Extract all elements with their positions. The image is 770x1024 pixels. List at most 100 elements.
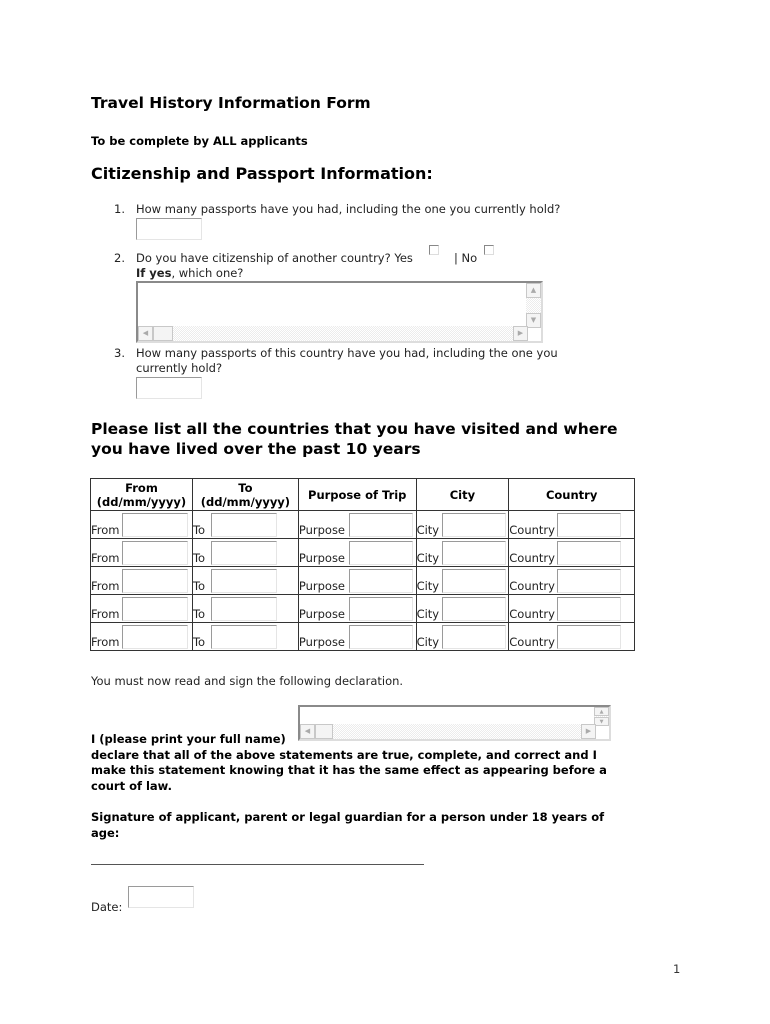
from-input[interactable]	[122, 541, 188, 565]
purpose-input[interactable]	[348, 597, 413, 621]
purpose-input[interactable]	[348, 569, 413, 593]
passport-count-input[interactable]	[136, 218, 202, 240]
purpose-input[interactable]	[348, 541, 413, 565]
other-citizenship-textarea[interactable]: ▲ ▼ ◀ ▶	[136, 281, 543, 343]
to-input[interactable]	[210, 513, 277, 537]
scroll-up-icon[interactable]: ▲	[594, 707, 609, 716]
table-row: From To Purpose City Country	[90, 510, 635, 539]
column-header-to: To (dd/mm/yyyy)	[191, 478, 299, 511]
from-input[interactable]	[122, 513, 188, 537]
question-3: 3. How many passports of this country ha…	[114, 346, 634, 401]
question-text: How many passports have you had, includi…	[136, 202, 561, 216]
country-input[interactable]	[557, 597, 622, 621]
to-input[interactable]	[210, 541, 277, 565]
scroll-thumb[interactable]	[153, 326, 173, 341]
to-input[interactable]	[210, 569, 277, 593]
city-input[interactable]	[441, 541, 506, 565]
no-checkbox[interactable]	[484, 245, 494, 255]
table-header-row: From (dd/mm/yyyy) To (dd/mm/yyyy) Purpose …	[90, 478, 635, 511]
question-text: Do you have citizenship of another count…	[136, 251, 413, 265]
horizontal-scrollbar[interactable]: ◀ ▶	[138, 326, 528, 341]
no-label: | No	[454, 251, 478, 265]
declaration-block: I (please print your full name) declare …	[91, 732, 631, 794]
city-label: City	[416, 551, 440, 565]
column-header-city: City	[415, 478, 510, 511]
purpose-input[interactable]	[348, 513, 413, 537]
country-label: Country	[509, 635, 555, 649]
signature-label: Signature of applicant, parent or legal …	[91, 810, 605, 840]
cell-from: From	[90, 622, 193, 651]
cell-city: City	[415, 622, 510, 651]
scroll-down-icon[interactable]: ▼	[594, 717, 609, 726]
country-label: Country	[509, 551, 555, 565]
vertical-scrollbar[interactable]: ▲ ▼	[594, 707, 609, 726]
to-input[interactable]	[210, 625, 277, 649]
country-label: Country	[509, 579, 555, 593]
yes-checkbox[interactable]	[429, 245, 439, 255]
cell-city: City	[415, 594, 510, 623]
from-label: From	[91, 635, 120, 649]
city-label: City	[416, 523, 440, 537]
column-header-country: Country	[508, 478, 635, 511]
cell-from: From	[90, 566, 193, 595]
country-passport-count-input[interactable]	[136, 377, 202, 399]
full-name-label: I (please print your full name)	[91, 732, 286, 746]
vertical-scrollbar[interactable]: ▲ ▼	[526, 283, 541, 328]
country-label: Country	[509, 607, 555, 621]
table-row: From To Purpose City Country	[90, 594, 635, 623]
country-input[interactable]	[557, 541, 622, 565]
from-label: From	[91, 607, 120, 621]
cell-from: From	[90, 594, 193, 623]
country-input[interactable]	[557, 513, 622, 537]
cell-to: To	[191, 510, 299, 539]
citizenship-heading: Citizenship and Passport Information:	[91, 164, 433, 183]
from-input[interactable]	[122, 569, 188, 593]
scroll-up-icon[interactable]: ▲	[526, 283, 541, 298]
cell-country: Country	[508, 566, 635, 595]
purpose-label: Purpose	[298, 607, 346, 621]
purpose-label: Purpose	[298, 523, 346, 537]
city-input[interactable]	[441, 513, 506, 537]
cell-to: To	[191, 566, 299, 595]
purpose-label: Purpose	[298, 635, 346, 649]
scroll-left-icon[interactable]: ◀	[138, 326, 153, 341]
question-number: 1.	[114, 202, 125, 216]
followup-rest: , which one?	[171, 266, 244, 280]
purpose-input[interactable]	[348, 625, 413, 649]
cell-to: To	[191, 538, 299, 567]
city-label: City	[416, 579, 440, 593]
purpose-label: Purpose	[298, 579, 346, 593]
city-label: City	[416, 607, 440, 621]
from-label: From	[91, 523, 120, 537]
declaration-statement: declare that all of the above statements…	[91, 747, 607, 793]
city-input[interactable]	[441, 597, 506, 621]
followup-bold: If yes	[136, 266, 172, 280]
cell-purpose: Purpose	[297, 510, 417, 539]
country-input[interactable]	[557, 625, 622, 649]
scroll-right-icon[interactable]: ▶	[513, 326, 528, 341]
city-input[interactable]	[441, 625, 506, 649]
scroll-down-icon[interactable]: ▼	[526, 313, 541, 328]
to-label: To	[192, 579, 206, 593]
city-input[interactable]	[441, 569, 506, 593]
date-input[interactable]	[128, 886, 194, 908]
signature-line[interactable]	[91, 864, 424, 865]
from-label: From	[91, 579, 120, 593]
to-input[interactable]	[210, 597, 277, 621]
cell-city: City	[415, 538, 510, 567]
cell-city: City	[415, 566, 510, 595]
cell-purpose: Purpose	[297, 594, 417, 623]
column-header-from: From (dd/mm/yyyy)	[90, 478, 193, 511]
question-text-line2: currently hold?	[136, 361, 223, 375]
to-label: To	[192, 551, 206, 565]
table-row: From To Purpose City Country	[90, 566, 635, 595]
from-input[interactable]	[122, 597, 188, 621]
country-input[interactable]	[557, 569, 622, 593]
from-label: From	[91, 551, 120, 565]
cell-country: Country	[508, 538, 635, 567]
form-title: Travel History Information Form	[91, 94, 371, 112]
column-header-purpose: Purpose of Trip	[297, 478, 417, 511]
from-input[interactable]	[122, 625, 188, 649]
question-text-line1: How many passports of this country have …	[136, 346, 558, 360]
cell-to: To	[191, 594, 299, 623]
